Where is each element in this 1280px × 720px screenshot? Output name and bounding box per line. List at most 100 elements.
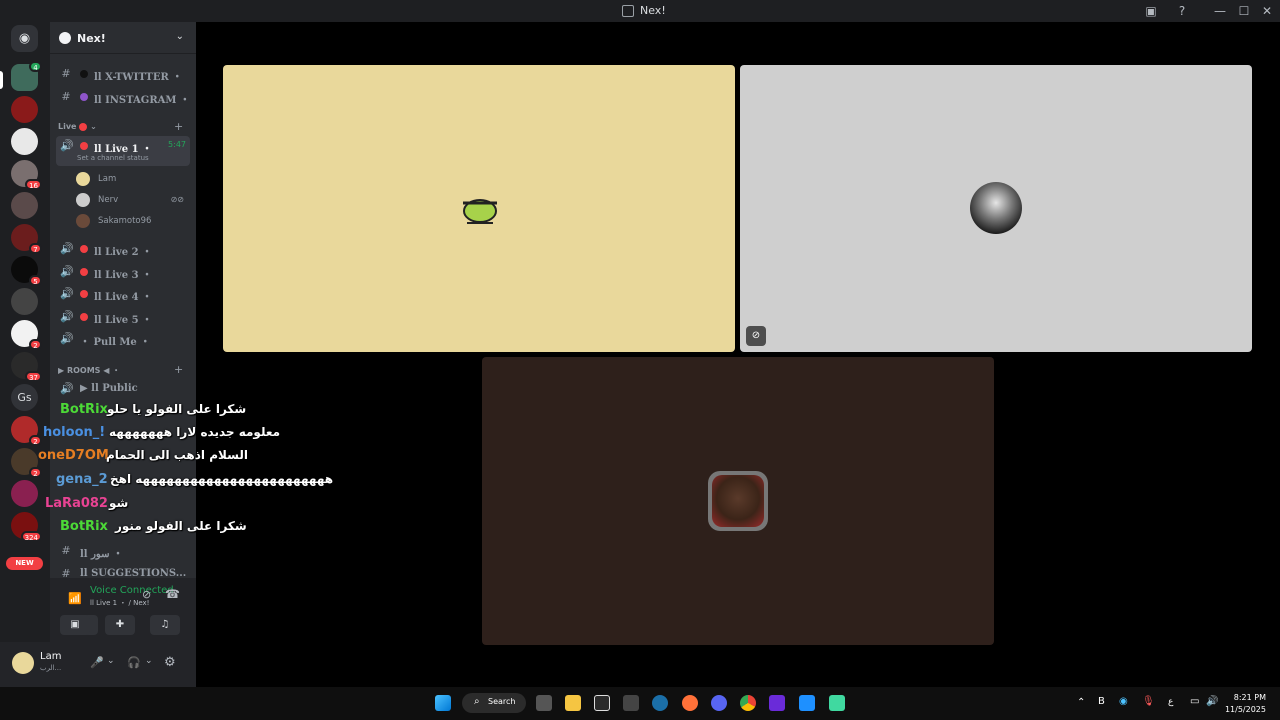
server-header[interactable]: Nex! ⌄ — [50, 22, 196, 54]
avatar — [76, 172, 90, 186]
server-icon[interactable] — [11, 128, 38, 155]
server-icon[interactable] — [11, 480, 38, 507]
soundboard-button[interactable]: ♫ — [150, 615, 180, 635]
user-name[interactable]: Lam — [40, 651, 61, 662]
app-icon[interactable] — [799, 695, 815, 711]
channel-dot-icon — [80, 70, 88, 78]
server-badge: 5 — [29, 275, 42, 286]
video-tile-lam[interactable] — [223, 65, 735, 352]
channel-live-5[interactable]: 🔊 ll Live 5 ・ — [56, 307, 190, 327]
live-dot-icon — [80, 245, 88, 253]
add-channel-icon[interactable]: + — [174, 120, 183, 133]
server-icon[interactable]: 5 — [11, 256, 42, 286]
volume-icon[interactable]: 🔊 — [1206, 696, 1218, 707]
discord-home-icon[interactable]: ◉ — [11, 25, 38, 52]
disconnect-icon[interactable]: ☎ — [165, 587, 180, 601]
file-explorer-icon[interactable] — [565, 695, 581, 711]
server-icon-gs[interactable]: Gs — [11, 384, 38, 411]
server-icon[interactable]: 2 — [11, 448, 42, 478]
server-badge: 37 — [25, 371, 42, 382]
chevron-up-icon[interactable]: ⌃ — [1077, 697, 1085, 708]
channel-live-2[interactable]: 🔊 ll Live 2 ・ — [56, 239, 190, 259]
steam-icon[interactable] — [652, 695, 668, 711]
server-icon[interactable]: 2 — [11, 320, 42, 350]
maximize-button[interactable]: ☐ — [1236, 3, 1252, 19]
server-icon-nex[interactable]: 4 — [11, 61, 42, 91]
server-badge: 2 — [29, 435, 42, 446]
speaker-icon: 🔊 — [60, 139, 74, 152]
help-icon[interactable]: ? — [1174, 3, 1190, 19]
clock[interactable]: 8:21 PM 11/5/2025 — [1225, 692, 1266, 716]
add-channel-icon[interactable]: + — [174, 363, 183, 376]
channel-instagram[interactable]: # ll INSTAGRAM ・ — [56, 87, 190, 107]
screen-share-button[interactable]: ▣ — [60, 615, 90, 635]
network-icon[interactable]: ▭ — [1190, 696, 1199, 707]
chevron-down-icon[interactable]: ⌄ — [145, 656, 153, 666]
close-button[interactable]: ✕ — [1259, 3, 1275, 19]
channel-dot-icon — [80, 93, 88, 101]
activities-button[interactable]: ✚ — [105, 615, 135, 635]
server-icon[interactable]: 37 — [11, 352, 42, 382]
windows-taskbar: ⌕ Search ⌃ B ◉ 🎙 ع ▭ 🔊 8:21 PM 11/5/2025 — [0, 687, 1280, 720]
channel-live-4[interactable]: 🔊 ll Live 4 ・ — [56, 284, 190, 304]
channel-public[interactable]: 🔊 ▶ ll Public — [56, 379, 190, 399]
tray-icon[interactable]: ◉ — [1119, 696, 1128, 707]
channel-live-3[interactable]: 🔊 ll Live 3 ・ — [56, 262, 190, 282]
muted-icon: ⊘⊘ — [170, 195, 184, 204]
live-dot-icon — [80, 268, 88, 276]
screen-share-icon[interactable]: ▣ — [1143, 3, 1159, 19]
call-timer: 5:47 — [168, 140, 186, 149]
server-icon[interactable] — [11, 192, 38, 219]
channel-pull-me[interactable]: 🔊 ・ Pull Me ・ — [56, 329, 190, 349]
nex-app-icon[interactable] — [769, 695, 785, 711]
noise-suppression-icon[interactable]: ⊘ — [142, 588, 151, 601]
server-icon[interactable] — [11, 96, 38, 123]
chrome-icon[interactable] — [740, 695, 756, 711]
avatar[interactable] — [12, 652, 34, 674]
voice-member[interactable]: Nerv ⊘⊘ — [76, 191, 186, 209]
server-badge: 2 — [29, 339, 42, 350]
server-icon[interactable]: 2 — [11, 416, 42, 446]
microphone-icon[interactable]: 🎤 — [90, 656, 104, 669]
epic-games-icon[interactable] — [594, 695, 610, 711]
server-icon[interactable]: 16 — [11, 160, 42, 190]
minimize-button[interactable]: — — [1212, 3, 1228, 19]
live-dot-icon — [79, 122, 88, 131]
category-rooms[interactable]: ▶ ROOMS ◀ ・ — [58, 365, 120, 376]
channel-live-1[interactable]: 🔊 ll Live 1 ・ 5:47 Set a channel status — [56, 136, 190, 166]
chevron-down-icon[interactable]: ⌄ — [107, 656, 115, 666]
language-indicator[interactable]: ع — [1168, 697, 1173, 707]
voice-channel-link[interactable]: ll Live 1 ・ / Nex! — [40, 598, 150, 608]
voice-member[interactable]: Lam — [76, 170, 186, 188]
new-badge[interactable]: NEW — [6, 557, 43, 570]
gear-icon[interactable]: ⚙ — [164, 655, 176, 670]
speaker-icon: 🔊 — [60, 287, 74, 300]
windows-start-icon[interactable] — [435, 695, 451, 711]
app-icon[interactable] — [829, 695, 845, 711]
server-name: Nex! — [77, 32, 106, 45]
discord-icon[interactable] — [711, 695, 727, 711]
firefox-icon[interactable] — [682, 695, 698, 711]
taskbar-search[interactable]: ⌕ Search — [462, 693, 526, 713]
channel-x-twitter[interactable]: # ll X-TWITTER ・ — [56, 64, 190, 84]
tray-icon[interactable]: B — [1098, 696, 1105, 707]
avatar — [76, 193, 90, 207]
server-icon[interactable] — [11, 288, 38, 315]
avatar — [76, 214, 90, 228]
channel-text[interactable]: # ll سور ・ — [56, 541, 190, 561]
headphones-icon[interactable]: 🎧 — [127, 656, 141, 669]
microphone-icon[interactable]: 🎙 — [1142, 696, 1155, 707]
store-icon[interactable] — [536, 695, 552, 711]
server-icon[interactable]: 324 — [11, 512, 42, 542]
channel-status[interactable]: Set a channel status — [77, 154, 149, 162]
video-tile-sakamoto[interactable] — [482, 357, 994, 645]
chat-message: gena_2 ههههههههههههههههههههههههه اهخ — [56, 472, 334, 487]
server-icon[interactable]: 7 — [11, 224, 42, 254]
voice-status: Voice Connected — [90, 585, 174, 596]
video-tile-nerv[interactable]: ⊘ — [740, 65, 1252, 352]
voice-member[interactable]: Sakamoto96 — [76, 212, 186, 230]
chat-message: holoon_! معلومه جديده لارا هههههههه — [43, 425, 281, 440]
live-dot-icon — [80, 142, 88, 150]
unity-icon[interactable] — [623, 695, 639, 711]
category-live[interactable]: Live ⌄ — [58, 122, 97, 131]
